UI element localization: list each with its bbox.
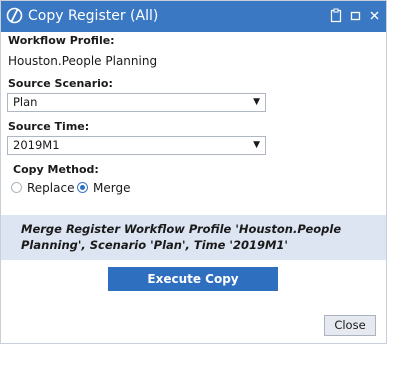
chevron-down-icon: ▼	[253, 97, 260, 107]
source-time-select[interactable]: 2019M1 ▼	[7, 136, 266, 155]
copy-register-dialog: Copy Register (All) Workflow Profile: Ho…	[0, 0, 387, 344]
source-time-value: 2019M1	[13, 138, 60, 152]
close-icon[interactable]	[366, 6, 384, 26]
source-time-label: Source Time:	[8, 120, 90, 133]
copy-summary-text: Merge Register Workflow Profile 'Houston…	[21, 222, 342, 252]
source-scenario-label: Source Scenario:	[8, 77, 113, 90]
copy-summary-panel: Merge Register Workflow Profile 'Houston…	[1, 215, 386, 260]
merge-radio[interactable]	[77, 182, 88, 193]
workflow-profile-label: Workflow Profile:	[8, 34, 115, 47]
dialog-titlebar: Copy Register (All)	[1, 1, 386, 32]
replace-radio-label[interactable]: Replace	[27, 180, 74, 196]
close-button[interactable]: Close	[324, 315, 376, 336]
logo-icon	[6, 7, 23, 24]
copy-method-label: Copy Method:	[13, 163, 99, 176]
dialog-title: Copy Register (All)	[28, 8, 159, 24]
maximize-icon[interactable]	[347, 6, 365, 26]
clipboard-icon[interactable]	[327, 6, 345, 26]
merge-radio-label[interactable]: Merge	[93, 180, 130, 196]
replace-radio[interactable]	[11, 182, 22, 193]
source-scenario-select[interactable]: Plan ▼	[7, 93, 266, 112]
source-scenario-value: Plan	[13, 95, 38, 109]
execute-copy-button[interactable]: Execute Copy	[108, 267, 278, 291]
chevron-down-icon: ▼	[253, 140, 260, 150]
workflow-profile-value: Houston.People Planning	[8, 54, 158, 68]
